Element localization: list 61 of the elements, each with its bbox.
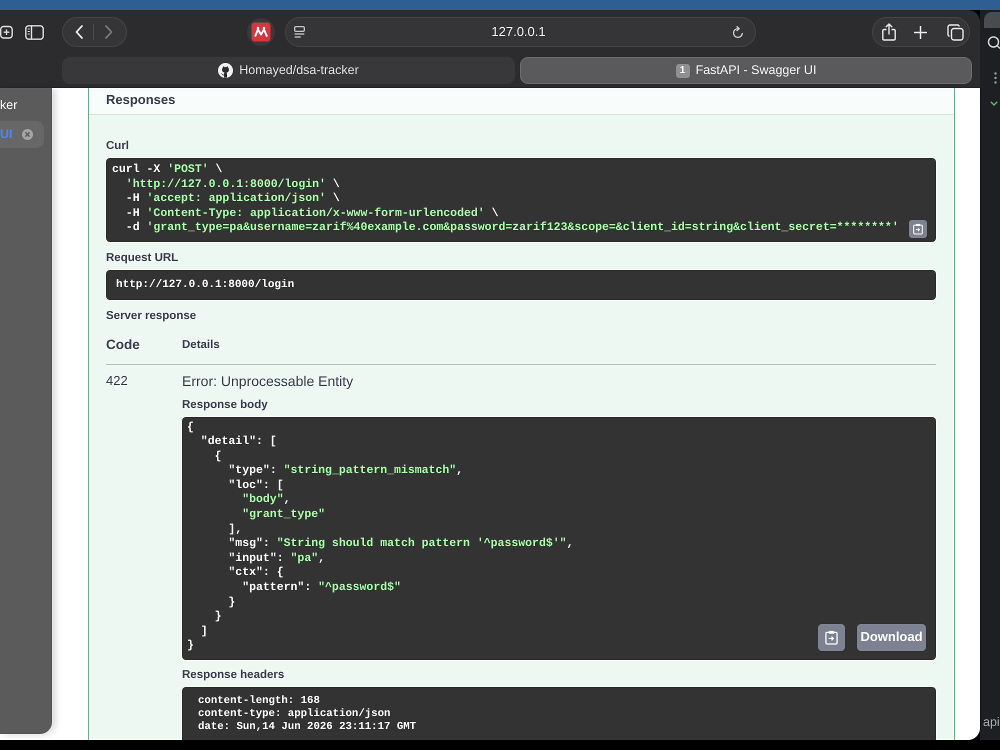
chevron-down-icon[interactable] [990, 101, 998, 106]
code-line: { [187, 420, 194, 436]
sidebar-icon[interactable] [25, 24, 44, 40]
code-line: "body", [242, 493, 291, 508]
code-line: { [214, 450, 222, 464]
more-icon[interactable] [994, 72, 997, 84]
code-line: -H 'accept: application/json' \ [126, 192, 340, 206]
code-line: "detail": [ [200, 435, 277, 450]
request-url: http://127.0.0.1:8000/login [116, 278, 294, 290]
code-line: 'http://127.0.0.1:8000/login' \ [126, 178, 340, 192]
code-line: "ctx": { [228, 566, 284, 582]
sidebar-item[interactable]: ker [0, 92, 44, 119]
code-line: "grant_type" [242, 508, 326, 523]
status-message: Error: Unprocessable Entity [182, 374, 354, 388]
field-label: Request URL [106, 250, 180, 264]
header-line: content-length: 168 [198, 695, 320, 707]
code-line: } [228, 596, 236, 610]
clipboard-icon [913, 222, 923, 234]
close-icon[interactable] [22, 129, 33, 140]
column-header: Code [106, 338, 141, 352]
code-line: "type": "string_pattern_mismatch", [228, 464, 464, 479]
field-label: Curl [106, 139, 130, 153]
code-line: } [214, 610, 222, 625]
code-line: ], [228, 522, 242, 538]
code-line: ] [200, 624, 208, 640]
column-header: Details [182, 338, 220, 352]
cat-logo-icon [218, 63, 234, 78]
browser-tab[interactable]: 1 FastAPI - Swagger UI [520, 57, 972, 84]
plus-square-icon[interactable] [0, 25, 13, 39]
copy-button[interactable] [909, 220, 927, 238]
code-line: } [187, 639, 194, 654]
header-line: content-type: application/json [198, 708, 390, 720]
window-title-bar [984, 12, 1000, 28]
browser-tab[interactable]: Homayed/dsa-tracker [62, 57, 515, 84]
download-button[interactable]: Download [857, 624, 926, 651]
search-icon[interactable] [987, 36, 1000, 50]
header-line: date: Sun,14 Jun 2026 23:11:17 GMT [198, 721, 416, 733]
field-label: Response headers [182, 668, 286, 682]
code-line: "pattern": "^password$" [242, 581, 401, 596]
page-menu-icon[interactable] [294, 26, 305, 38]
section-heading: Responses [106, 92, 176, 107]
code-line: -d 'grant_type=pa&username=zarif%40example.com&password=zarif123&scope=&client_id=string&client_secret=********' [126, 221, 899, 236]
extension-icon[interactable] [246, 18, 276, 46]
back-icon[interactable] [75, 25, 83, 39]
address-bar[interactable]: 127.0.0.1 [285, 17, 756, 47]
field-label: Response body [182, 398, 269, 412]
share-icon[interactable] [882, 23, 896, 41]
tab-number: 1 [676, 64, 690, 78]
field-label: Server response [106, 308, 198, 322]
code-line: "loc": [ [228, 478, 284, 494]
status-code: 422 [106, 374, 129, 388]
code-line: "input": "pa", [228, 552, 326, 566]
clipboard-icon [825, 630, 838, 645]
reload-icon[interactable] [732, 26, 744, 38]
code-line: "msg": "String should match pattern '^password$'", [228, 537, 574, 552]
copy-button[interactable] [818, 624, 845, 651]
code-line: curl -X 'POST' \ [112, 163, 222, 178]
code-line: -H 'Content-Type: application/x-www-form-urlencoded' \ [126, 206, 498, 221]
plus-icon[interactable] [914, 26, 927, 38]
tabs-overview-icon[interactable] [947, 24, 964, 40]
tree-item-label[interactable]: api [983, 715, 1000, 729]
